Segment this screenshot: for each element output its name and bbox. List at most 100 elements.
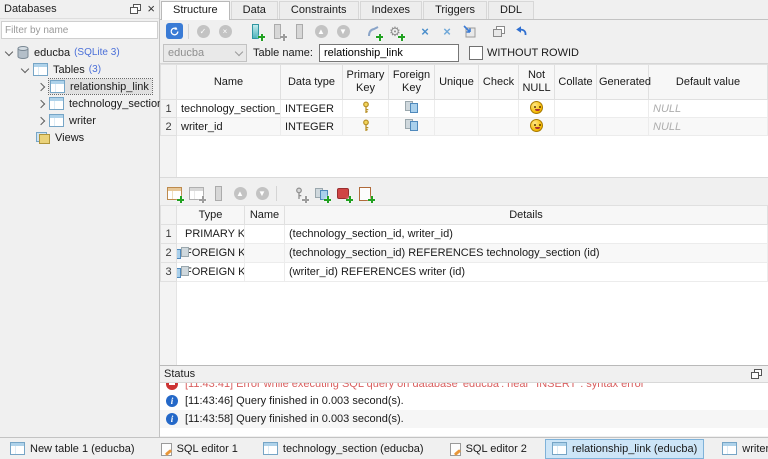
- cell-unique[interactable]: [435, 118, 479, 136]
- without-rowid-checkbox[interactable]: [469, 46, 483, 60]
- cell-type[interactable]: FOREIGN KEY: [177, 263, 245, 282]
- add-trigger-button[interactable]: ⚙: [384, 22, 406, 41]
- add-check-button[interactable]: [354, 184, 376, 203]
- add-primary-key-button[interactable]: [288, 184, 310, 203]
- cell-name[interactable]: writer_id: [177, 118, 281, 136]
- move-down-button[interactable]: ▼: [332, 22, 354, 41]
- cell-type[interactable]: FOREIGN KEY: [177, 244, 245, 263]
- cell-check[interactable]: [479, 118, 519, 136]
- expand-button[interactable]: ×: [436, 22, 458, 41]
- taskbar-tab-sql-editor-2[interactable]: SQL editor 2: [442, 439, 534, 459]
- chevron-down-icon[interactable]: [21, 64, 29, 72]
- commit-button[interactable]: ✓: [192, 22, 214, 41]
- chevron-right-icon[interactable]: [37, 82, 45, 90]
- constraint-move-up-button[interactable]: ▲: [229, 184, 251, 203]
- chevron-down-icon[interactable]: [5, 47, 13, 55]
- cell-unique[interactable]: [435, 100, 479, 118]
- constraint-move-down-button[interactable]: ▼: [251, 184, 273, 203]
- chevron-right-icon[interactable]: [37, 99, 45, 107]
- col-header-unique[interactable]: Unique: [435, 65, 479, 100]
- tree-item-technology-section[interactable]: technology_section: [0, 95, 159, 112]
- edit-column-button[interactable]: [266, 22, 288, 41]
- column-row[interactable]: 1 technology_section_id INTEGER NULL: [161, 100, 768, 118]
- cell-name[interactable]: technology_section_id: [177, 100, 281, 118]
- col-header-primary-key[interactable]: Primary Key: [343, 65, 389, 100]
- cell-foreign-key[interactable]: [389, 100, 435, 118]
- cell-details[interactable]: (writer_id) REFERENCES writer (id): [285, 263, 768, 282]
- cell-data-type[interactable]: INTEGER: [281, 118, 343, 136]
- constraint-row[interactable]: 2 FOREIGN KEY (technology_section_id) RE…: [161, 244, 768, 263]
- cell-check[interactable]: [479, 100, 519, 118]
- col-header-type[interactable]: Type: [177, 206, 245, 225]
- cell-name[interactable]: [245, 263, 285, 282]
- col-header-data-type[interactable]: Data type: [281, 65, 343, 100]
- add-constraint-button[interactable]: [163, 184, 185, 203]
- add-foreign-key-button[interactable]: [310, 184, 332, 203]
- cell-generated[interactable]: [597, 100, 649, 118]
- col-header-generated[interactable]: Generated: [597, 65, 649, 100]
- delete-constraint-button[interactable]: [207, 184, 229, 203]
- cell-collate[interactable]: [555, 100, 597, 118]
- cell-not-null[interactable]: [519, 118, 555, 136]
- col-header-default-value[interactable]: Default value: [649, 65, 768, 100]
- edit-constraint-button[interactable]: [185, 184, 207, 203]
- cell-default-value[interactable]: NULL: [649, 100, 768, 118]
- cell-name[interactable]: [245, 244, 285, 263]
- taskbar-tab-writer[interactable]: writer (educba): [715, 439, 768, 459]
- collapse-button[interactable]: ×: [414, 22, 436, 41]
- taskbar-tab-sql-editor-1[interactable]: SQL editor 1: [153, 439, 245, 459]
- taskbar-tab-new-table-1[interactable]: New table 1 (educba): [3, 439, 142, 459]
- move-up-button[interactable]: ▲: [310, 22, 332, 41]
- add-index-button[interactable]: [362, 22, 384, 41]
- constraint-row[interactable]: 1 PRIMARY KEY (technology_section_id, wr…: [161, 225, 768, 244]
- close-panel-icon[interactable]: ×: [147, 4, 155, 14]
- constraint-row[interactable]: 3 FOREIGN KEY (writer_id) REFERENCES wri…: [161, 263, 768, 282]
- tab-triggers[interactable]: Triggers: [423, 1, 487, 19]
- cell-name[interactable]: [245, 225, 285, 244]
- cell-collate[interactable]: [555, 118, 597, 136]
- tab-ddl[interactable]: DDL: [488, 1, 534, 19]
- cell-not-null[interactable]: [519, 100, 555, 118]
- undo-button[interactable]: [510, 22, 532, 41]
- tab-constraints[interactable]: Constraints: [279, 1, 359, 19]
- tree-item-educba[interactable]: educba (SQLite 3): [0, 44, 159, 61]
- col-header-foreign-key[interactable]: Foreign Key: [389, 65, 435, 100]
- tree-item-views[interactable]: Views: [0, 129, 159, 146]
- table-name-input[interactable]: [319, 44, 459, 62]
- cell-type[interactable]: PRIMARY KEY: [177, 225, 245, 244]
- col-header-check[interactable]: Check: [479, 65, 519, 100]
- add-column-button[interactable]: [244, 22, 266, 41]
- add-unique-button[interactable]: [332, 184, 354, 203]
- cell-generated[interactable]: [597, 118, 649, 136]
- tree-item-writer[interactable]: writer: [0, 112, 159, 129]
- cell-primary-key[interactable]: [343, 118, 389, 136]
- col-header-not-null[interactable]: Not NULL: [519, 65, 555, 100]
- windows-button[interactable]: [488, 22, 510, 41]
- tab-data[interactable]: Data: [231, 1, 278, 19]
- tree-item-tables[interactable]: Tables (3): [0, 61, 159, 78]
- col-header-details[interactable]: Details: [285, 206, 768, 225]
- refresh-button[interactable]: [163, 22, 185, 41]
- cell-details[interactable]: (technology_section_id) REFERENCES techn…: [285, 244, 768, 263]
- float-panel-icon[interactable]: [130, 4, 141, 14]
- database-combo[interactable]: educba: [163, 44, 247, 62]
- taskbar-tab-relationship-link[interactable]: relationship_link (educba): [545, 439, 704, 459]
- taskbar-tab-technology-section[interactable]: technology_section (educba): [256, 439, 431, 459]
- filter-input[interactable]: [2, 23, 157, 37]
- cell-details[interactable]: (technology_section_id, writer_id): [285, 225, 768, 244]
- cell-foreign-key[interactable]: [389, 118, 435, 136]
- tree-item-relationship-link[interactable]: relationship_link: [0, 78, 159, 95]
- delete-column-button[interactable]: [288, 22, 310, 41]
- tab-indexes[interactable]: Indexes: [360, 1, 423, 19]
- cell-primary-key[interactable]: [343, 100, 389, 118]
- col-header-name[interactable]: Name: [177, 65, 281, 100]
- cell-default-value[interactable]: NULL: [649, 118, 768, 136]
- rollback-button[interactable]: ×: [214, 22, 236, 41]
- tab-structure[interactable]: Structure: [161, 1, 230, 20]
- cell-data-type[interactable]: INTEGER: [281, 100, 343, 118]
- import-button[interactable]: [458, 22, 480, 41]
- chevron-right-icon[interactable]: [37, 116, 45, 124]
- column-row[interactable]: 2 writer_id INTEGER NULL: [161, 118, 768, 136]
- col-header-name[interactable]: Name: [245, 206, 285, 225]
- float-panel-icon[interactable]: [751, 369, 762, 379]
